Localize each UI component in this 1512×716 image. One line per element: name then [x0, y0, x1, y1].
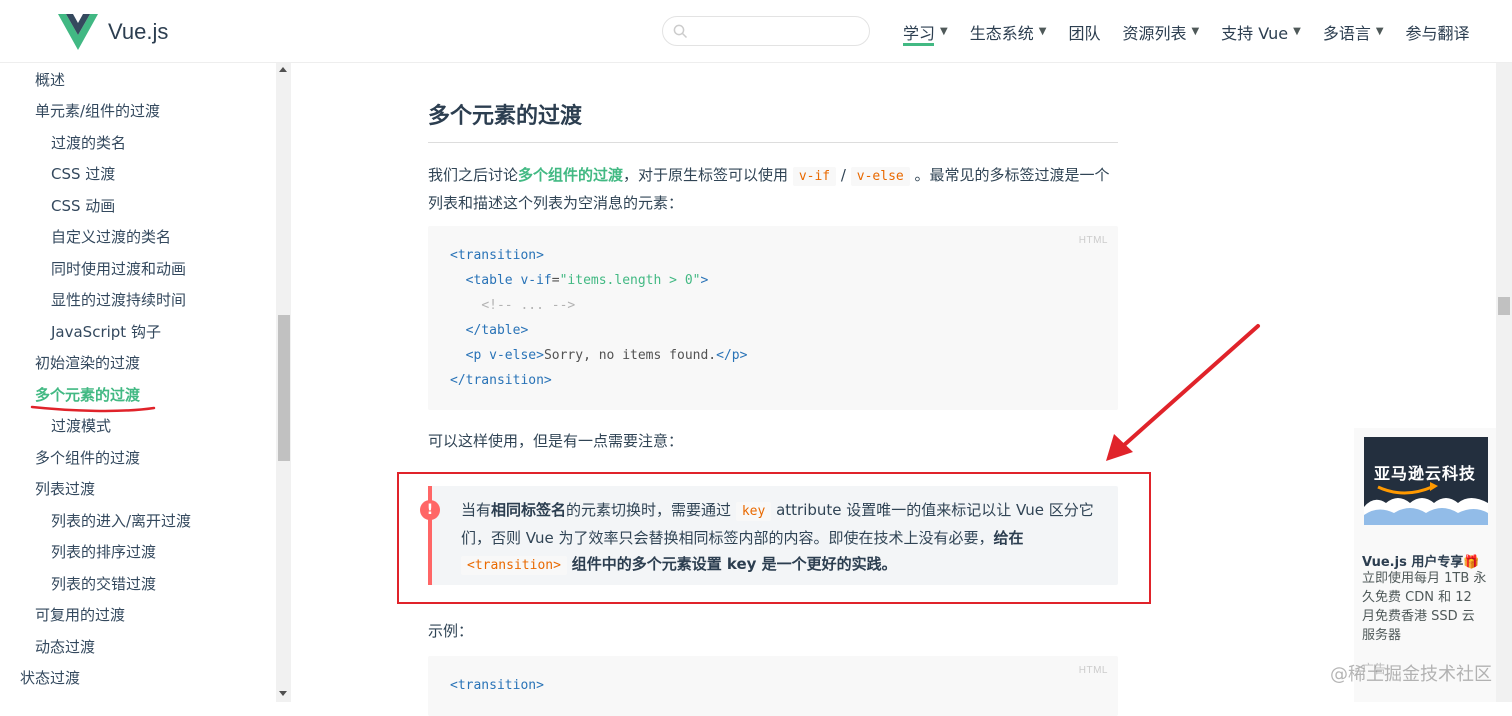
code-line: <p v-else>Sorry, no items found.</p>: [465, 348, 748, 363]
sidebar-item-css-animation[interactable]: CSS 动画: [51, 195, 115, 216]
nav-label: 资源列表: [1122, 23, 1187, 43]
annotation-highlight-box: [397, 472, 1151, 604]
code-tag: <transition>: [450, 678, 544, 693]
sidebar-item-css-transition[interactable]: CSS 过渡: [51, 163, 115, 184]
nav-translate[interactable]: 参与翻译: [1406, 0, 1470, 63]
sidebar-item-reusable[interactable]: 可复用的过渡: [35, 604, 125, 625]
sidebar-item-overview[interactable]: 概述: [35, 69, 65, 90]
watermark: @稀土掘金技术社区: [1330, 664, 1492, 685]
nav-support-vue[interactable]: 支持 Vue ▼: [1221, 0, 1301, 63]
sidebar-item-state-transitions[interactable]: 状态过渡: [20, 667, 80, 688]
logo-text: Vue.js: [108, 19, 169, 44]
nav-label: 团队: [1068, 23, 1101, 43]
site-logo[interactable]: Vue.js: [58, 14, 168, 50]
sidebar-item-class-names[interactable]: 过渡的类名: [51, 132, 126, 153]
code-lang-label: HTML: [1078, 665, 1108, 676]
code-block-2: HTML <transition>: [428, 656, 1118, 716]
section-heading: 多个元素的过渡: [428, 104, 583, 129]
nav-label: 多语言: [1322, 23, 1371, 43]
caret-down-icon: ▼: [1293, 26, 1301, 37]
sidebar-scrollbar-thumb[interactable]: [278, 315, 290, 461]
code-line: <transition>: [450, 678, 544, 693]
sidebar-item-dynamic[interactable]: 动态过渡: [35, 636, 95, 657]
nav-languages[interactable]: 多语言 ▼: [1323, 0, 1384, 63]
smile-arrow-icon: [1364, 482, 1488, 525]
annotation-arrow-icon: [1106, 324, 1260, 461]
code-line: <table v-if="items.length > 0">: [465, 273, 709, 288]
sidebar-item-multiple-components[interactable]: 多个组件的过渡: [35, 447, 140, 468]
sidebar-item-list-move[interactable]: 列表的排序过渡: [51, 541, 156, 562]
sidebar-item-multiple-elements[interactable]: 多个元素的过渡: [35, 384, 140, 405]
intro-text: /: [840, 166, 846, 184]
nav-label: 参与翻译: [1405, 23, 1470, 43]
nav-label: 生态系统: [969, 23, 1034, 43]
intro-text: 我们之后讨论: [428, 166, 519, 184]
link-multiple-components[interactable]: 多个组件的过渡: [518, 166, 623, 184]
code-block-1: HTML <transition> <table v-if="items.len…: [428, 226, 1118, 410]
nav-label: 学习: [903, 23, 936, 43]
sidebar-item-both[interactable]: 同时使用过渡和动画: [51, 258, 186, 279]
caret-down-icon: ▼: [1375, 26, 1384, 37]
sidebar-item-list-enter-leave[interactable]: 列表的进入/离开过渡: [51, 510, 191, 531]
inline-code-v-if: v-if: [792, 167, 837, 186]
page-scrollbar[interactable]: [1496, 63, 1512, 702]
caret-down-icon: ▼: [1191, 26, 1200, 37]
scroll-down-icon[interactable]: [279, 691, 287, 696]
code-line: </transition>: [450, 373, 552, 388]
sidebar-item-modes[interactable]: 过渡模式: [51, 415, 111, 436]
code-line: </table>: [465, 323, 529, 338]
caret-down-icon: ▼: [1038, 26, 1047, 37]
ad-title: Vue.js 用户专享🎁: [1362, 555, 1480, 570]
sidebar-item-duration[interactable]: 显性的过渡持续时间: [51, 289, 186, 310]
top-header: Vue.js 学习 ▼ 生态系统 ▼ 团队 资源列表 ▼ 支持 Vue ▼ 多语言 ▼ 参…: [0, 0, 1512, 63]
heading-divider: [428, 142, 1118, 143]
nav-resources[interactable]: 资源列表 ▼: [1122, 0, 1199, 63]
nav-team[interactable]: 团队: [1068, 0, 1100, 63]
vue-logo-icon: [58, 14, 98, 50]
code-line: <!-- ... -->: [481, 298, 576, 313]
sidebar-item-list-transitions[interactable]: 列表过渡: [35, 478, 95, 499]
sidebar-item-custom-class[interactable]: 自定义过渡的类名: [51, 226, 171, 247]
inline-code-v-else: v-else: [850, 167, 910, 186]
sidebar-item-single-element[interactable]: 单元素/组件的过渡: [35, 100, 160, 121]
intro-text: ，对于原生标签可以使用: [623, 166, 789, 184]
example-label: 示例：: [428, 622, 474, 640]
intro-paragraph: 我们之后讨论多个组件的过渡，对于原生标签可以使用 v-if / v-else 。…: [428, 162, 1118, 216]
sidebar-item-initial-render[interactable]: 初始渲染的过渡: [35, 352, 140, 373]
sidebar-item-staggering[interactable]: 列表的交错过渡: [51, 573, 156, 594]
search-icon: [673, 24, 688, 39]
ad-image[interactable]: 亚马逊云科技: [1364, 437, 1488, 525]
scroll-up-icon[interactable]: [279, 67, 287, 72]
nav-ecosystem[interactable]: 生态系统 ▼: [970, 0, 1047, 63]
caret-down-icon: ▼: [940, 26, 948, 37]
nav-learn[interactable]: 学习 ▼: [903, 0, 948, 63]
nav-label: 支持 Vue: [1221, 23, 1289, 43]
handdrawn-underline: [30, 405, 156, 413]
code-lang-label: HTML: [1078, 235, 1108, 246]
search-input[interactable]: [662, 16, 870, 46]
page-scrollbar-thumb[interactable]: [1498, 297, 1510, 315]
usage-paragraph: 可以这样使用，但是有一点需要注意：: [428, 432, 684, 450]
code-line: <transition>: [450, 248, 544, 263]
ad-description: 立即使用每月 1TB 永久免费 CDN 和 12 月免费香港 SSD 云服务器: [1362, 571, 1487, 643]
sidebar-item-js-hooks[interactable]: JavaScript 钩子: [51, 321, 161, 342]
main-nav: 学习 ▼ 生态系统 ▼ 团队 资源列表 ▼ 支持 Vue ▼ 多语言 ▼ 参与翻译: [903, 0, 1492, 63]
